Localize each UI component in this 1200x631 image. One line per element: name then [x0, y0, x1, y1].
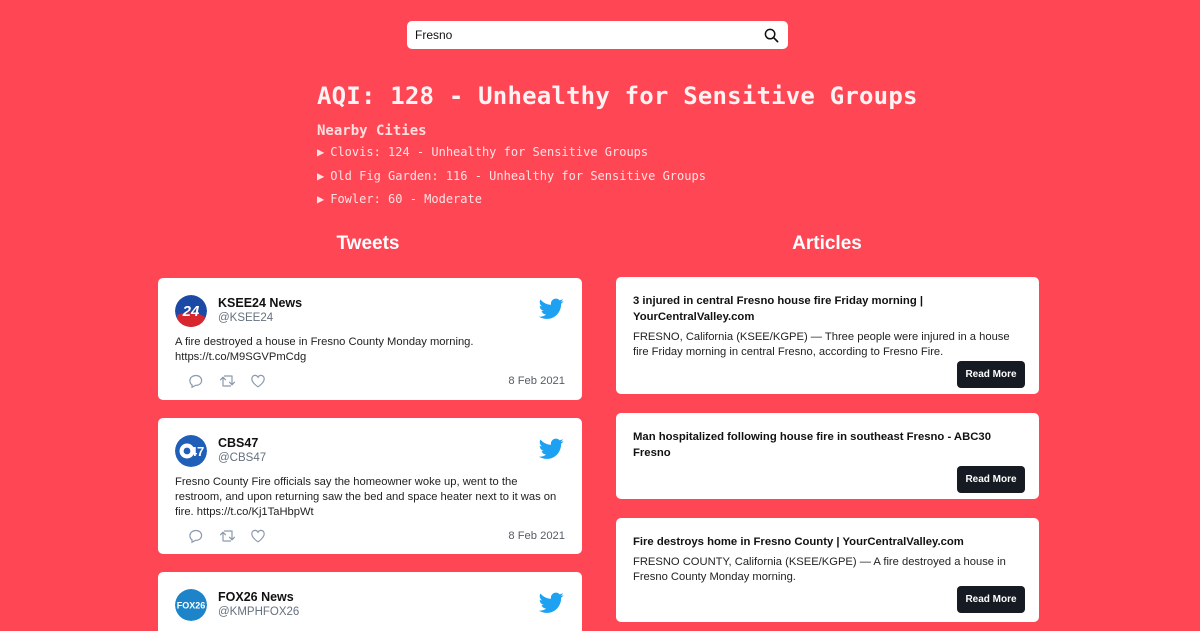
- search-icon[interactable]: [762, 26, 780, 44]
- tweet-author-name[interactable]: KSEE24 News: [218, 296, 302, 310]
- article-title[interactable]: Man hospitalized following house fire in…: [633, 430, 1028, 461]
- twitter-bird-icon[interactable]: [538, 438, 564, 460]
- tweet-text: Fresno County Fire officials say the hom…: [175, 476, 557, 518]
- nearby-city-item[interactable]: ▶ Fowler: 60 - Moderate: [317, 192, 706, 216]
- article-description: FRESNO COUNTY, California (KSEE/KGPE) — …: [633, 556, 1006, 583]
- nearby-cities-list: ▶ Clovis: 124 - Unhealthy for Sensitive G…: [317, 145, 706, 216]
- article-title[interactable]: 3 injured in central Fresno house fire F…: [633, 294, 1028, 325]
- read-more-button[interactable]: Read More: [957, 586, 1025, 613]
- reply-icon[interactable]: [188, 373, 205, 389]
- tweet-author-handle[interactable]: @KMPHFOX26: [218, 606, 299, 618]
- tweet-date[interactable]: 8 Feb 2021: [508, 375, 565, 387]
- tweet-card: 24 KSEE24 News @KSEE24 A fire destroyed …: [158, 278, 582, 400]
- nearby-city-label: Fowler: 60 - Moderate: [330, 192, 482, 206]
- search-bar: [407, 21, 788, 49]
- article-description: FRESNO, California (KSEE/KGPE) — Three p…: [633, 331, 1010, 358]
- avatar-text: FOX26: [177, 601, 206, 611]
- read-more-button[interactable]: Read More: [957, 361, 1025, 388]
- tweet-author-handle[interactable]: @CBS47: [218, 452, 266, 464]
- tweet-date[interactable]: 8 Feb 2021: [508, 530, 565, 542]
- twitter-bird-icon[interactable]: [538, 592, 564, 614]
- avatar-text: 47: [190, 444, 204, 459]
- article-card: 3 injured in central Fresno house fire F…: [616, 277, 1039, 394]
- tweet-text: A fire destroyed a house in Fresno Count…: [175, 336, 474, 363]
- nearby-city-item[interactable]: ▶ Old Fig Garden: 116 - Unhealthy for Sen…: [317, 169, 706, 193]
- tweet-card: FOX26 FOX26 News @KMPHFOX26: [158, 572, 582, 631]
- aqi-heading: AQI: 128 - Unhealthy for Sensitive Group…: [317, 82, 918, 110]
- avatar: 47: [175, 435, 207, 467]
- retweet-icon[interactable]: [219, 528, 236, 544]
- twitter-bird-icon[interactable]: [538, 298, 564, 320]
- tweet-author-name[interactable]: FOX26 News: [218, 590, 294, 604]
- tweets-heading: Tweets: [336, 233, 400, 254]
- nearby-city-label: Clovis: 124 - Unhealthy for Sensitive Gr…: [330, 145, 649, 159]
- avatar-text: 24: [182, 303, 200, 320]
- heart-icon[interactable]: [250, 373, 267, 389]
- article-card: Man hospitalized following house fire in…: [616, 413, 1039, 499]
- tweet-author-handle[interactable]: @KSEE24: [218, 312, 273, 324]
- heart-icon[interactable]: [250, 528, 267, 544]
- retweet-icon[interactable]: [219, 373, 236, 389]
- article-title[interactable]: Fire destroys home in Fresno County | Yo…: [633, 535, 1028, 551]
- articles-heading: Articles: [792, 233, 862, 254]
- triangle-right-icon: ▶: [317, 145, 325, 159]
- nearby-city-item[interactable]: ▶ Clovis: 124 - Unhealthy for Sensitive G…: [317, 145, 706, 169]
- tweet-actions: [188, 528, 267, 544]
- tweet-actions: [188, 373, 267, 389]
- triangle-right-icon: ▶: [317, 192, 325, 206]
- read-more-button[interactable]: Read More: [957, 466, 1025, 493]
- search-input[interactable]: [415, 21, 762, 49]
- nearby-cities-heading: Nearby Cities: [317, 123, 427, 139]
- reply-icon[interactable]: [188, 528, 205, 544]
- avatar: 24: [175, 295, 207, 327]
- article-card: Fire destroys home in Fresno County | Yo…: [616, 518, 1039, 622]
- nearby-city-label: Old Fig Garden: 116 - Unhealthy for Sens…: [330, 168, 706, 183]
- avatar: FOX26: [175, 589, 207, 621]
- tweet-author-name[interactable]: CBS47: [218, 436, 258, 450]
- tweet-card: 47 CBS47 @CBS47 Fresno County Fire offic…: [158, 418, 582, 554]
- triangle-right-icon: ▶: [317, 168, 325, 183]
